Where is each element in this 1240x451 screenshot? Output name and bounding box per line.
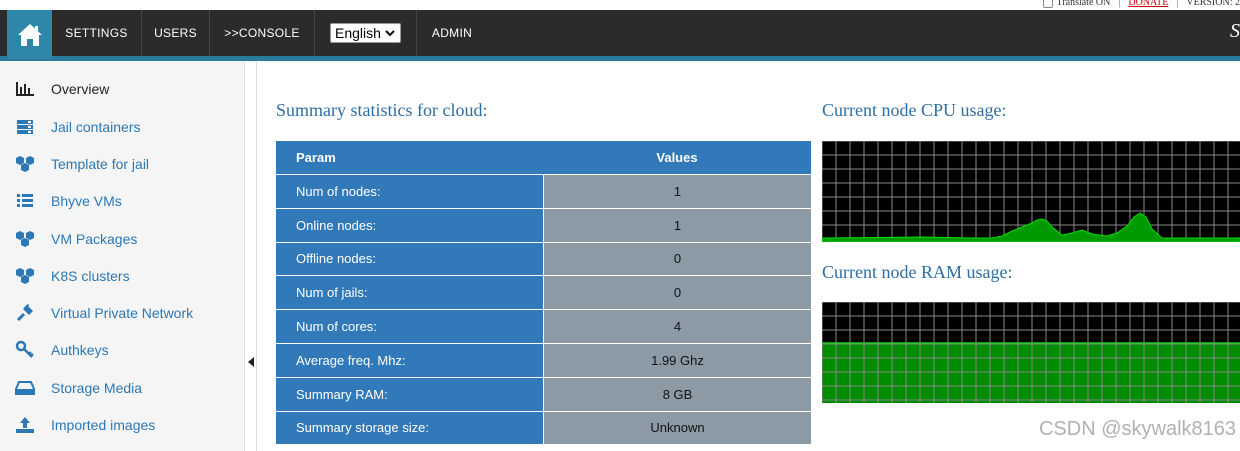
nav-console[interactable]: >>CONSOLE (210, 10, 315, 56)
key-icon (13, 338, 37, 362)
nav-users[interactable]: USERS (142, 10, 210, 56)
chevron-down-icon (385, 30, 395, 37)
summary-table: Param Values Num of nodes: 1 Online nodes… (276, 141, 811, 445)
row-value: 1.99 Ghz (543, 343, 811, 377)
sidebar-item-vm-packages[interactable]: VM Packages (0, 221, 245, 257)
row-value: 1 (543, 175, 811, 208)
ram-usage-graph (822, 302, 1240, 403)
sidebar-item-label: Template for jail (51, 156, 150, 172)
row-value: Unknown (543, 411, 811, 445)
version-label: VERSION: 2 (1186, 0, 1240, 8)
bar-chart-icon (13, 77, 37, 101)
drive-icon (13, 376, 37, 400)
table-row: Summary RAM: 8 GB (276, 376, 811, 411)
plug-icon (13, 301, 37, 325)
sidebar-item-template-for-jail[interactable]: Template for jail (0, 146, 245, 182)
cpu-usage-graph (822, 141, 1240, 242)
table-row: Num of jails: 0 (276, 275, 811, 310)
summary-title: Summary statistics for cloud: (276, 100, 488, 120)
ram-title: Current node RAM usage: (822, 262, 1013, 282)
table-row: Summary storage size: Unknown (276, 410, 811, 445)
sidebar-item-storage-media[interactable]: Storage Media (0, 370, 245, 406)
table-row: Offline nodes: 0 (276, 241, 811, 276)
sidebar-item-label: Authkeys (51, 342, 109, 358)
sidebar-item-label: Jail containers (51, 119, 141, 135)
sidebar-collapse-bar[interactable] (245, 61, 257, 451)
sidebar-item-label: Bhyve VMs (51, 193, 122, 209)
sidebar-item-jail-containers[interactable]: Jail containers (0, 109, 245, 145)
cpu-title: Current node CPU usage: (822, 100, 1007, 120)
row-param: Average freq. Mhz: (276, 343, 543, 377)
ram-graph-canvas (822, 302, 1240, 403)
cubes-icon (13, 227, 37, 251)
row-param: Offline nodes: (276, 242, 543, 276)
separator: | (1118, 0, 1121, 8)
sidebar-item-label: Storage Media (51, 380, 143, 396)
header-param: Param (296, 150, 336, 165)
sidebar-item-overview[interactable]: Overview (0, 71, 245, 107)
row-value: 1 (543, 208, 811, 242)
table-row: Average freq. Mhz: 1.99 Ghz (276, 342, 811, 377)
sidebar-item-label: Virtual Private Network (51, 305, 194, 321)
row-param: Summary RAM: (276, 377, 543, 411)
row-param: Num of jails: (276, 276, 543, 310)
sidebar-item-label: K8S clusters (51, 268, 130, 284)
cubes-icon (13, 264, 37, 288)
translate-checkbox[interactable] (1042, 0, 1053, 8)
row-value: 0 (543, 276, 811, 310)
nav-settings-label: SETTINGS (65, 26, 128, 40)
home-button[interactable] (7, 10, 52, 59)
row-value: 4 (543, 310, 811, 343)
table-header: Param Values (276, 141, 811, 174)
row-param: Num of nodes: (276, 175, 543, 208)
nav-admin-label: ADMIN (431, 26, 473, 40)
row-param: Online nodes: (276, 208, 543, 242)
table-row: Num of nodes: 1 (276, 174, 811, 208)
row-value: 8 GB (543, 377, 811, 411)
sidebar-item-imported-images[interactable]: Imported images (0, 407, 245, 443)
sidebar-item-vpn[interactable]: Virtual Private Network (0, 295, 245, 331)
brand-text: S (1230, 20, 1240, 42)
watermark: CSDN @skywalk8163 (1038, 418, 1236, 440)
header-values: Values (656, 150, 698, 165)
row-param: Summary storage size: (276, 411, 543, 445)
translate-toggle[interactable]: Translate ON (1042, 0, 1111, 8)
top-strip: Translate ON | DONATE | VERSION: 2 (0, 0, 1240, 10)
table-row: Num of cores: 4 (276, 309, 811, 343)
row-param: Num of cores: (276, 310, 543, 343)
sidebar: Overview Jail containers Template for ja… (0, 61, 245, 451)
sidebar-item-k8s-clusters[interactable]: K8S clusters (0, 258, 245, 294)
nav-admin[interactable]: ADMIN (417, 10, 487, 56)
sidebar-item-authkeys[interactable]: Authkeys (0, 332, 245, 368)
separator: | (1176, 0, 1179, 8)
server-stack-icon (13, 115, 37, 139)
cpu-graph-canvas (822, 141, 1240, 242)
sidebar-item-label: Overview (51, 81, 110, 97)
sidebar-item-label: VM Packages (51, 231, 138, 247)
nav-console-label: >>CONSOLE (224, 26, 300, 40)
language-select[interactable]: English (330, 23, 401, 43)
cubes-icon (13, 152, 37, 176)
home-icon (17, 23, 42, 46)
upload-icon (13, 413, 37, 437)
sidebar-item-bhyve-vms[interactable]: Bhyve VMs (0, 183, 245, 219)
row-value: 0 (543, 242, 811, 276)
translate-label: Translate ON (1056, 0, 1111, 8)
list-icon (13, 189, 37, 213)
table-row: Online nodes: 1 (276, 207, 811, 242)
donate-link[interactable]: DONATE (1128, 0, 1168, 8)
language-value: English (335, 25, 381, 41)
sidebar-item-label: Imported images (51, 417, 156, 433)
collapse-arrow-icon[interactable] (248, 357, 254, 367)
nav-users-label: USERS (154, 26, 197, 40)
nav-settings[interactable]: SETTINGS (52, 10, 142, 56)
